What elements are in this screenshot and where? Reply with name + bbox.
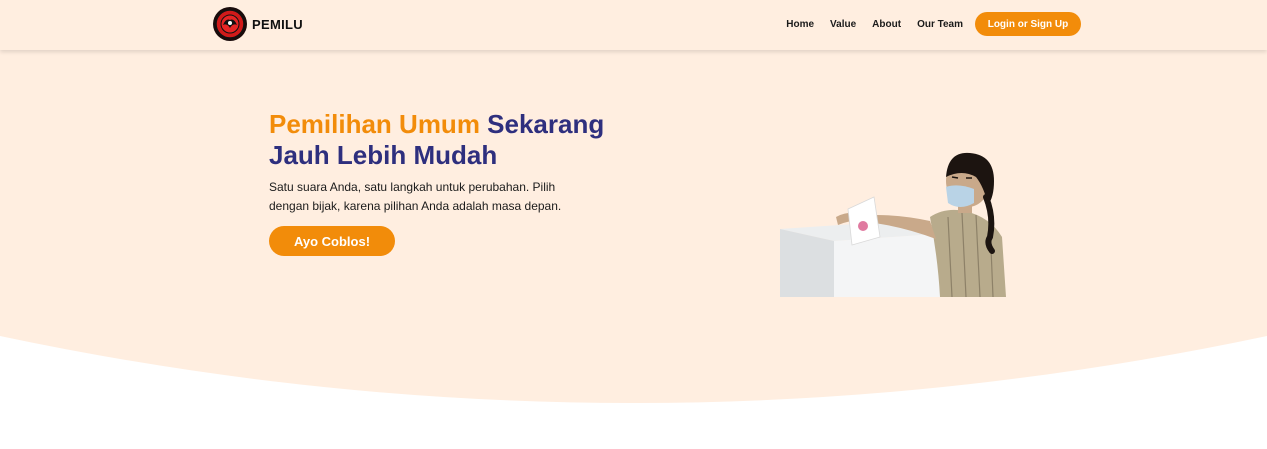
nav-link-home[interactable]: Home	[786, 19, 814, 30]
login-signup-button[interactable]: Login or Sign Up	[975, 12, 1081, 36]
hero-title-accent: Pemilihan Umum	[269, 109, 480, 139]
cta-button[interactable]: Ayo Coblos!	[269, 226, 395, 256]
voter-ballot-box-illustration	[780, 152, 1006, 297]
brand-name: PEMILU	[252, 16, 303, 32]
hero-background	[0, 0, 1267, 403]
nav-link-about[interactable]: About	[872, 19, 901, 30]
hero-subtitle: Satu suara Anda, satu langkah untuk peru…	[269, 180, 562, 213]
landing-page: PEMILU Home Value About Our Team Login o…	[0, 0, 1267, 449]
nav-link-our-team[interactable]: Our Team	[917, 19, 963, 30]
party-emblem-icon	[213, 7, 247, 41]
nav-link-value[interactable]: Value	[830, 19, 856, 30]
hero-title: Pemilihan Umum Sekarang Jauh Lebih Mudah	[269, 109, 629, 171]
nav-links: Home Value About Our Team Login or Sign …	[786, 12, 1081, 36]
navbar: PEMILU Home Value About Our Team Login o…	[0, 0, 1267, 50]
brand[interactable]: PEMILU	[213, 6, 303, 42]
